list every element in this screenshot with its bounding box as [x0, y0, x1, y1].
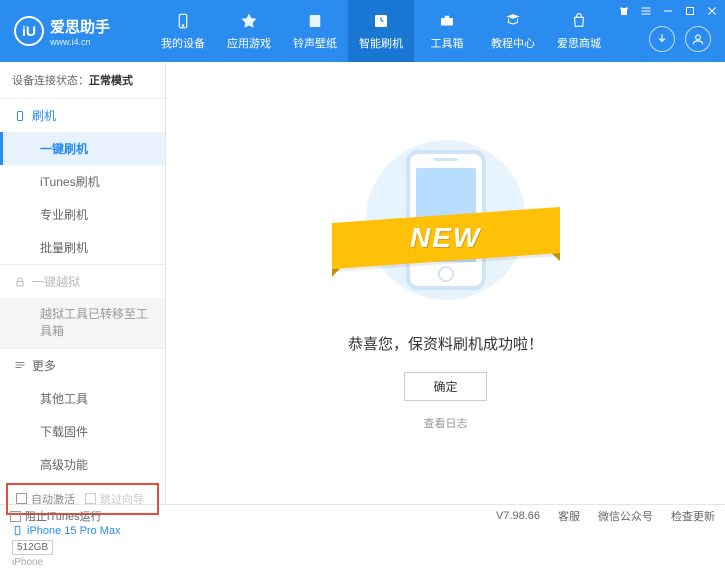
nav-tutorials[interactable]: 教程中心: [480, 0, 546, 62]
sidebar-section-jailbreak: 一键越狱: [0, 265, 165, 298]
window-controls: [617, 4, 719, 18]
sidebar-item-download-fw[interactable]: 下载固件: [0, 415, 165, 448]
sidebar-item-itunes[interactable]: iTunes刷机: [0, 165, 165, 198]
more-icon: [14, 359, 26, 371]
maximize-icon[interactable]: [683, 4, 697, 18]
header-actions: [649, 26, 711, 52]
nav-label: 智能刷机: [359, 35, 403, 51]
close-icon[interactable]: [705, 4, 719, 18]
minimize-icon[interactable]: [661, 4, 675, 18]
sidebar: 设备连接状态：正常模式 刷机 一键刷机 iTunes刷机 专业刷机 批量刷机 一…: [0, 62, 166, 504]
nav-label: 爱思商城: [557, 35, 601, 51]
skin-icon[interactable]: [617, 4, 631, 18]
nav-label: 我的设备: [161, 35, 205, 51]
device-name-label: iPhone 15 Pro Max: [27, 525, 121, 537]
sidebar-item-oneclick[interactable]: 一键刷机: [0, 132, 165, 165]
success-illustration: NEW: [346, 135, 546, 305]
lock-icon: [14, 276, 26, 288]
top-nav: 我的设备 应用游戏 铃声壁纸 智能刷机 工具箱 教程中心 爱思商城: [150, 0, 612, 62]
nav-store[interactable]: 爱思商城: [546, 0, 612, 62]
checkbox-block-itunes[interactable]: 阻止iTunes运行: [10, 508, 102, 524]
download-button[interactable]: [649, 26, 675, 52]
sidebar-item-other[interactable]: 其他工具: [0, 382, 165, 415]
view-log-link[interactable]: 查看日志: [424, 415, 468, 431]
nav-apps[interactable]: 应用游戏: [216, 0, 282, 62]
nav-flash[interactable]: 智能刷机: [348, 0, 414, 62]
nav-label: 铃声壁纸: [293, 35, 337, 51]
nav-label: 工具箱: [431, 35, 464, 51]
nav-ringtones[interactable]: 铃声壁纸: [282, 0, 348, 62]
store-icon: [569, 11, 589, 31]
nav-my-device[interactable]: 我的设备: [150, 0, 216, 62]
sidebar-item-batch[interactable]: 批量刷机: [0, 231, 165, 264]
checkbox-skip-guide[interactable]: 跳过向导: [85, 491, 144, 507]
footer-link-wechat[interactable]: 微信公众号: [598, 508, 653, 524]
user-button[interactable]: [685, 26, 711, 52]
sidebar-section-more[interactable]: 更多: [0, 349, 165, 382]
device-info[interactable]: iPhone 15 Pro Max 512GB iPhone: [0, 517, 165, 576]
toolbox-icon: [437, 11, 457, 31]
nav-toolbox[interactable]: 工具箱: [414, 0, 480, 62]
ribbon-text: NEW: [410, 222, 481, 254]
titlebar: iU 爱思助手 www.i4.cn 我的设备 应用游戏 铃声壁纸 智能刷机 工具…: [0, 0, 725, 62]
device-icon: [173, 11, 193, 31]
app-url: www.i4.cn: [50, 37, 110, 47]
apps-icon: [239, 11, 259, 31]
nav-label: 应用游戏: [227, 35, 271, 51]
nav-label: 教程中心: [491, 35, 535, 51]
sidebar-item-pro[interactable]: 专业刷机: [0, 198, 165, 231]
storage-badge: 512GB: [12, 540, 53, 555]
flash-icon: [371, 11, 391, 31]
sidebar-item-jailbreak-note: 越狱工具已转移至工具箱: [0, 298, 165, 348]
app-title: 爱思助手: [50, 16, 110, 37]
footer-link-update[interactable]: 检查更新: [671, 508, 715, 524]
connection-status: 设备连接状态：正常模式: [0, 62, 165, 98]
ringtone-icon: [305, 11, 325, 31]
version-label: V7.98.66: [496, 510, 540, 522]
tutorial-icon: [503, 11, 523, 31]
success-message: 恭喜您，保资料刷机成功啦！: [348, 333, 543, 354]
logo-icon: iU: [14, 16, 44, 46]
logo-area: iU 爱思助手 www.i4.cn: [0, 16, 150, 47]
sidebar-item-advanced[interactable]: 高级功能: [0, 448, 165, 481]
phone-icon: [14, 110, 26, 122]
sidebar-section-flash[interactable]: 刷机: [0, 99, 165, 132]
ok-button[interactable]: 确定: [404, 372, 486, 401]
checkbox-auto-activate[interactable]: 自动激活: [16, 491, 75, 507]
main-content: NEW 恭喜您，保资料刷机成功啦！ 确定 查看日志: [166, 62, 725, 504]
device-type-label: iPhone: [12, 557, 153, 568]
footer-link-support[interactable]: 客服: [558, 508, 580, 524]
menu-icon[interactable]: [639, 4, 653, 18]
